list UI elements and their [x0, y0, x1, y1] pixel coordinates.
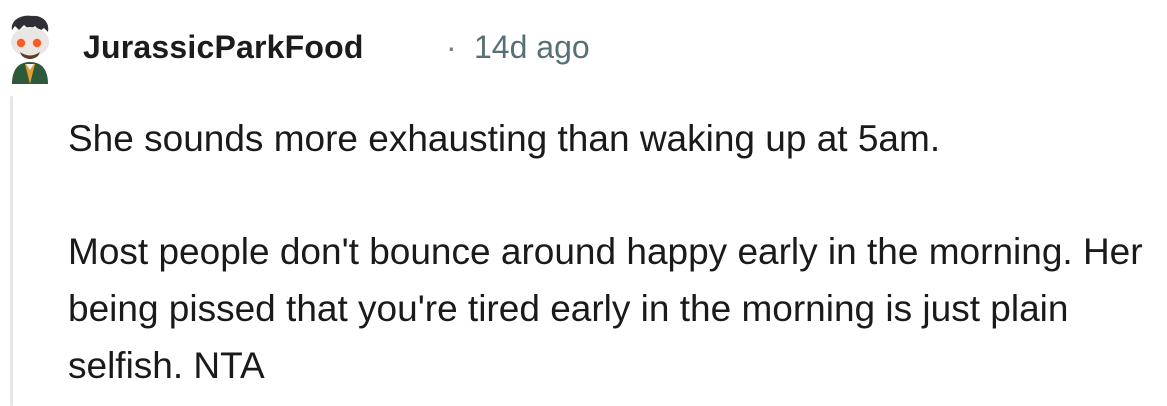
comment-paragraph: She sounds more exhausting than waking u… — [68, 118, 941, 159]
snoo-avatar-icon — [11, 15, 49, 84]
comment-author[interactable]: JurassicParkFood — [83, 29, 364, 66]
comment-paragraph: Most people don't bounce around happy ea… — [68, 231, 1143, 386]
thread-line[interactable] — [10, 96, 13, 406]
comment-body: She sounds more exhausting than waking u… — [68, 110, 1163, 394]
comment-timestamp[interactable]: 14d ago — [474, 29, 590, 66]
user-avatar[interactable] — [0, 12, 58, 84]
meta-separator: · — [446, 29, 457, 65]
comment: JurassicParkFood · 14d ago She sounds mo… — [0, 0, 1167, 406]
